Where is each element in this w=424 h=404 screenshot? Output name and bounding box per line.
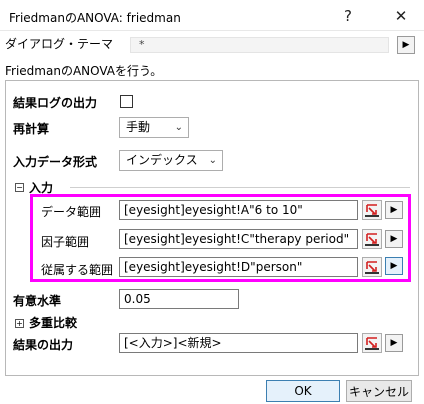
dialog-description: FriedmanのANOVAを行う。 xyxy=(5,64,163,78)
output-menu-button[interactable]: ▶ xyxy=(385,334,403,352)
range-picker-icon xyxy=(365,337,379,350)
input-format-label: 入力データ形式 xyxy=(13,155,98,169)
help-button[interactable]: ? xyxy=(332,0,364,31)
cancel-button[interactable]: キャンセル xyxy=(346,380,412,402)
result-log-checkbox[interactable] xyxy=(120,95,133,108)
help-icon: ? xyxy=(344,6,352,25)
chevron-down-icon: ⌄ xyxy=(174,122,183,133)
significance-label: 有意水準 xyxy=(13,294,62,308)
significance-input[interactable]: 0.05 xyxy=(119,289,239,309)
input-group-toggle[interactable]: − xyxy=(15,183,24,192)
recalc-value: 手動 xyxy=(126,120,151,134)
right-arrow-icon: ▶ xyxy=(402,40,410,50)
multiple-comparison-label: 多重比較 xyxy=(29,316,78,330)
recalc-label: 再計算 xyxy=(13,122,50,136)
dialog-theme-label: ダイアログ・テーマ xyxy=(5,37,114,51)
output-picker-button[interactable] xyxy=(362,333,382,353)
window-title: FriedmanのANOVA: friedman xyxy=(9,11,181,25)
dialog-theme-field[interactable]: * xyxy=(130,37,389,53)
close-icon: ✕ xyxy=(394,6,408,25)
input-group-divider xyxy=(70,187,410,188)
expand-icon: + xyxy=(16,319,23,328)
output-label: 結果の出力 xyxy=(13,338,74,352)
ok-button[interactable]: OK xyxy=(266,380,340,402)
input-format-select[interactable]: インデックス ⌄ xyxy=(119,150,223,171)
chevron-down-icon: ⌄ xyxy=(208,155,217,166)
cancel-button-label: キャンセル xyxy=(348,384,409,399)
input-rows-highlight xyxy=(30,194,411,282)
theme-menu-button[interactable]: ▶ xyxy=(397,36,415,54)
title-bar: FriedmanのANOVA: friedman ? ✕ xyxy=(0,0,424,31)
input-format-value: インデックス xyxy=(126,153,198,167)
collapse-icon: − xyxy=(16,183,23,192)
right-arrow-icon: ▶ xyxy=(390,338,398,348)
close-button[interactable]: ✕ xyxy=(385,0,417,31)
recalc-select[interactable]: 手動 ⌄ xyxy=(119,117,189,138)
ok-button-label: OK xyxy=(294,384,312,398)
result-log-label: 結果ログの出力 xyxy=(13,96,98,110)
multiple-comparison-toggle[interactable]: + xyxy=(15,319,24,328)
output-input[interactable]: [<入力>]<新規> xyxy=(119,333,358,353)
